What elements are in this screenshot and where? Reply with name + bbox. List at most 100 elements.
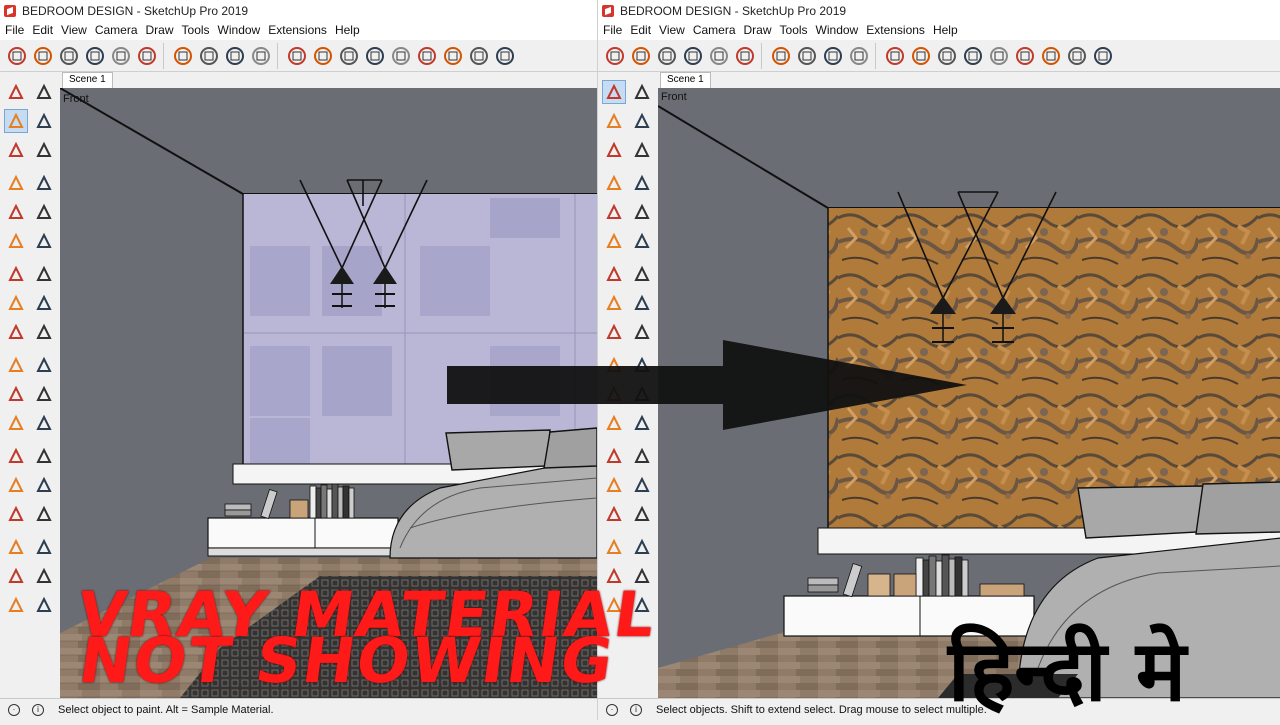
window-icon[interactable] xyxy=(196,43,221,69)
instructor-icon[interactable] xyxy=(4,43,29,69)
pan-icon[interactable] xyxy=(630,473,654,497)
select-icon[interactable] xyxy=(4,80,28,104)
component-icon[interactable] xyxy=(32,80,56,104)
menu-camera[interactable]: Camera xyxy=(692,22,741,40)
mesh-light-icon[interactable] xyxy=(414,43,439,69)
omni-light-icon[interactable] xyxy=(336,43,361,69)
position-camera-icon[interactable] xyxy=(4,564,28,588)
move-icon[interactable] xyxy=(602,291,626,315)
geo-location-icon[interactable]: · xyxy=(606,703,618,716)
rotated-rectangle-icon[interactable] xyxy=(32,171,56,195)
orbit-icon[interactable] xyxy=(4,473,28,497)
rotated-rectangle-icon[interactable] xyxy=(630,171,654,195)
axes-icon[interactable] xyxy=(4,444,28,468)
component-icon[interactable] xyxy=(630,80,654,104)
menu-file[interactable]: File xyxy=(4,22,29,40)
sphere-icon[interactable] xyxy=(440,43,465,69)
menu-help[interactable]: Help xyxy=(334,22,365,40)
3pt-arc-icon[interactable] xyxy=(4,262,28,286)
freehand-icon[interactable] xyxy=(630,138,654,162)
sync-icon[interactable] xyxy=(706,43,731,69)
info-icon[interactable]: i xyxy=(32,703,44,716)
sphere-icon[interactable] xyxy=(1038,43,1063,69)
pie-icon[interactable] xyxy=(32,262,56,286)
axes-icon[interactable] xyxy=(602,444,626,468)
menu-file[interactable]: File xyxy=(602,22,627,40)
move-icon[interactable] xyxy=(4,291,28,315)
omni-light-icon[interactable] xyxy=(934,43,959,69)
tab-scene-1[interactable]: Scene 1 xyxy=(62,72,113,88)
window-cloud-icon[interactable] xyxy=(820,43,845,69)
protractor-icon[interactable] xyxy=(4,411,28,435)
window-cloud-icon[interactable] xyxy=(222,43,247,69)
clipper-icon[interactable] xyxy=(1090,43,1115,69)
clipper-icon[interactable] xyxy=(492,43,517,69)
hand-teapot-icon[interactable] xyxy=(56,43,81,69)
menu-draw[interactable]: Draw xyxy=(145,22,179,40)
sun-icon[interactable] xyxy=(310,43,335,69)
menu-extensions[interactable]: Extensions xyxy=(267,22,332,40)
pie-icon[interactable] xyxy=(630,262,654,286)
window-icon[interactable] xyxy=(794,43,819,69)
2pt-arc-icon[interactable] xyxy=(630,229,654,253)
zoom-icon[interactable] xyxy=(4,502,28,526)
scale-icon[interactable] xyxy=(4,353,28,377)
light-grid-icon[interactable] xyxy=(882,43,907,69)
look-around-icon[interactable] xyxy=(32,564,56,588)
paint-bucket-icon[interactable] xyxy=(602,109,626,133)
circle-icon[interactable] xyxy=(4,200,28,224)
3d-text-icon[interactable] xyxy=(32,444,56,468)
menu-draw[interactable]: Draw xyxy=(743,22,777,40)
light-grid-icon[interactable] xyxy=(284,43,309,69)
section-plane-icon[interactable] xyxy=(32,593,56,617)
instructor-icon[interactable] xyxy=(602,43,627,69)
arc-icon[interactable] xyxy=(4,229,28,253)
dimension-icon[interactable] xyxy=(32,382,56,406)
push-pull-icon[interactable] xyxy=(630,291,654,315)
window-lock-icon[interactable] xyxy=(846,43,871,69)
ies-light-icon[interactable] xyxy=(986,43,1011,69)
zoom-extents-icon[interactable] xyxy=(4,535,28,559)
menu-view[interactable]: View xyxy=(658,22,690,40)
walk-icon[interactable] xyxy=(4,593,28,617)
geo-location-icon[interactable]: · xyxy=(8,703,20,716)
polygon-icon[interactable] xyxy=(32,200,56,224)
rectangle-icon[interactable] xyxy=(4,171,28,195)
zoom-window-icon[interactable] xyxy=(32,502,56,526)
rotate-icon[interactable] xyxy=(4,320,28,344)
mesh-light-icon[interactable] xyxy=(1012,43,1037,69)
3d-text-icon[interactable] xyxy=(630,444,654,468)
menu-edit[interactable]: Edit xyxy=(629,22,656,40)
teapot-print-icon[interactable] xyxy=(134,43,159,69)
tape-measure-icon[interactable] xyxy=(4,382,28,406)
cloud-icon[interactable] xyxy=(680,43,705,69)
screen-icon[interactable] xyxy=(768,43,793,69)
circle-icon[interactable] xyxy=(602,200,626,224)
tab-scene-1[interactable]: Scene 1 xyxy=(660,72,711,88)
text-icon[interactable] xyxy=(32,411,56,435)
spot-light-icon[interactable] xyxy=(362,43,387,69)
teapot-print-icon[interactable] xyxy=(732,43,757,69)
paint-bucket-icon[interactable] xyxy=(4,109,28,133)
teapot-icon[interactable] xyxy=(30,43,55,69)
menu-tools[interactable]: Tools xyxy=(779,22,813,40)
eraser-icon[interactable] xyxy=(630,109,654,133)
previous-icon[interactable] xyxy=(32,535,56,559)
rectangle-icon[interactable] xyxy=(602,171,626,195)
2pt-arc-icon[interactable] xyxy=(32,229,56,253)
eraser-icon[interactable] xyxy=(32,109,56,133)
sun-icon[interactable] xyxy=(908,43,933,69)
polygon-icon[interactable] xyxy=(630,200,654,224)
menu-tools[interactable]: Tools xyxy=(181,22,215,40)
offset-icon[interactable] xyxy=(32,353,56,377)
spot-light-icon[interactable] xyxy=(960,43,985,69)
cloud-icon[interactable] xyxy=(82,43,107,69)
ies-light-icon[interactable] xyxy=(388,43,413,69)
arc-icon[interactable] xyxy=(602,229,626,253)
menu-edit[interactable]: Edit xyxy=(31,22,58,40)
screen-icon[interactable] xyxy=(170,43,195,69)
follow-me-icon[interactable] xyxy=(32,320,56,344)
push-pull-icon[interactable] xyxy=(32,291,56,315)
menu-camera[interactable]: Camera xyxy=(94,22,143,40)
pencil-icon[interactable] xyxy=(4,138,28,162)
